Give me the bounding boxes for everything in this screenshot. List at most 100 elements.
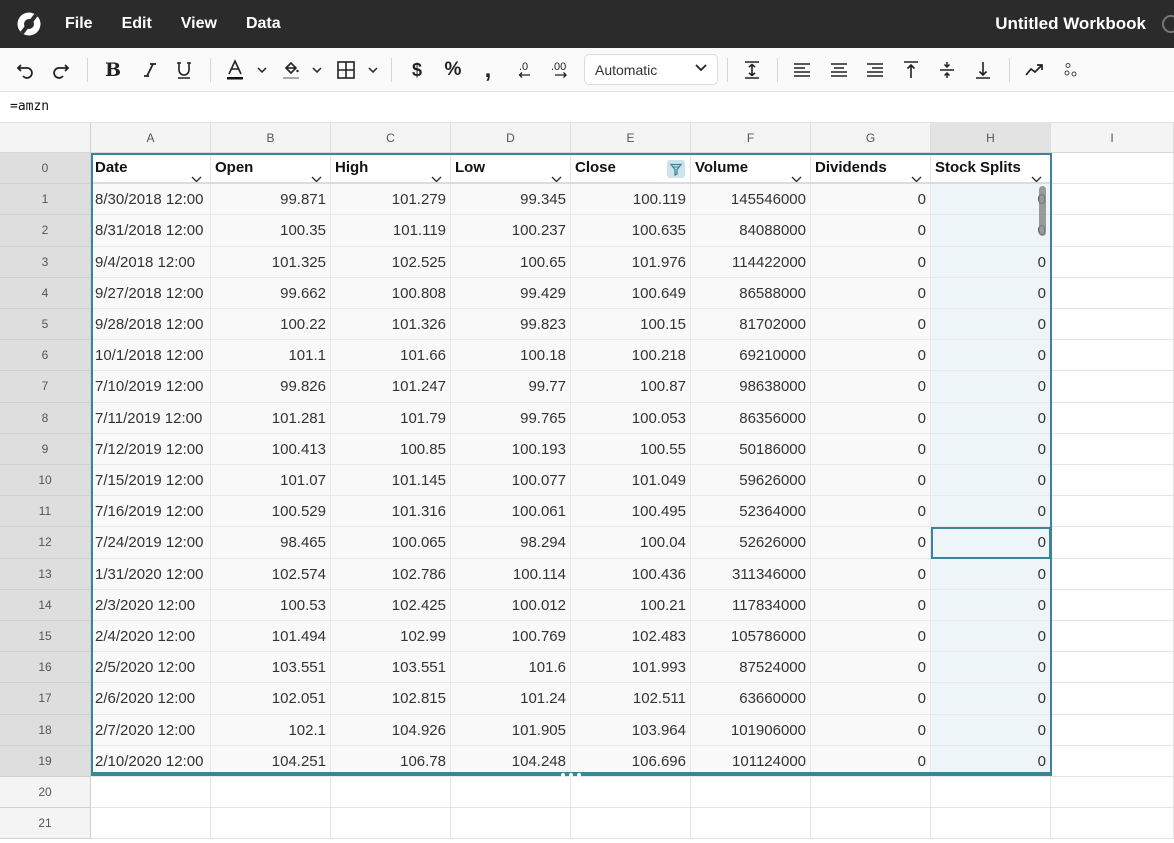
align-left-button[interactable]	[791, 56, 813, 84]
percent-format-button[interactable]: %	[441, 56, 465, 84]
table-cell[interactable]: 100.635	[571, 215, 691, 247]
table-cell[interactable]: 102.511	[571, 683, 691, 715]
table-cell[interactable]: 0	[931, 340, 1051, 372]
table-cell[interactable]: 2/4/2020 12:00	[91, 621, 211, 653]
table-cell[interactable]: 101.79	[331, 402, 451, 434]
table-cell[interactable]: 7/16/2019 12:00	[91, 496, 211, 528]
table-cell[interactable]: 50186000	[691, 433, 811, 465]
table-cell[interactable]: 98.465	[211, 527, 331, 559]
row-header-8[interactable]: 8	[0, 402, 91, 434]
column-menu-chevron-icon[interactable]	[191, 164, 202, 183]
table-cell[interactable]: 59626000	[691, 465, 811, 497]
borders-dropdown[interactable]	[365, 56, 381, 84]
table-cell[interactable]: 100.119	[571, 184, 691, 216]
row-header-10[interactable]: 10	[0, 465, 91, 497]
table-header-volume[interactable]: Volume	[691, 153, 811, 185]
table-cell[interactable]: 99.429	[451, 277, 571, 309]
table-cell[interactable]: 100.077	[451, 465, 571, 497]
table-cell[interactable]: 99.826	[211, 371, 331, 403]
table-cell[interactable]: 0	[931, 184, 1051, 216]
table-cell[interactable]: 103.551	[331, 652, 451, 684]
empty-cell[interactable]	[1051, 433, 1174, 465]
table-cell[interactable]: 101124000	[691, 745, 811, 777]
table-cell[interactable]: 52364000	[691, 496, 811, 528]
table-cell[interactable]: 101.993	[571, 652, 691, 684]
decrease-decimals-button[interactable]: .0	[513, 56, 537, 84]
table-cell[interactable]: 0	[811, 465, 931, 497]
empty-cell[interactable]	[1051, 527, 1174, 559]
table-cell[interactable]: 2/6/2020 12:00	[91, 683, 211, 715]
empty-cell[interactable]	[811, 777, 931, 809]
empty-cell[interactable]	[931, 808, 1051, 840]
menu-file[interactable]: File	[65, 15, 93, 33]
table-cell[interactable]: 0	[811, 277, 931, 309]
table-cell[interactable]: 101.049	[571, 465, 691, 497]
empty-cell[interactable]	[931, 777, 1051, 809]
table-cell[interactable]: 100.35	[211, 215, 331, 247]
table-header-close[interactable]: Close	[571, 153, 691, 185]
table-cell[interactable]: 102.815	[331, 683, 451, 715]
table-header-high[interactable]: High	[331, 153, 451, 185]
borders-button[interactable]	[336, 56, 356, 84]
column-header-c[interactable]: C	[331, 123, 451, 153]
table-cell[interactable]: 0	[811, 558, 931, 590]
empty-cell[interactable]	[1051, 309, 1174, 341]
menu-data[interactable]: Data	[246, 15, 281, 33]
column-header-f[interactable]: F	[691, 123, 811, 153]
row-header-11[interactable]: 11	[0, 496, 91, 528]
table-cell[interactable]: 100.649	[571, 277, 691, 309]
table-cell[interactable]: 100.15	[571, 309, 691, 341]
row-height-button[interactable]	[740, 56, 764, 84]
column-header-d[interactable]: D	[451, 123, 571, 153]
align-top-button[interactable]	[900, 56, 922, 84]
table-cell[interactable]: 0	[931, 433, 1051, 465]
table-cell[interactable]: 114422000	[691, 246, 811, 278]
table-cell[interactable]: 98.294	[451, 527, 571, 559]
column-header-g[interactable]: G	[811, 123, 931, 153]
row-header-19[interactable]: 19	[0, 745, 91, 777]
table-cell[interactable]: 102.1	[211, 714, 331, 746]
align-bottom-button[interactable]	[972, 56, 994, 84]
table-cell[interactable]: 0	[811, 433, 931, 465]
table-cell[interactable]: 63660000	[691, 683, 811, 715]
table-cell[interactable]: 0	[931, 652, 1051, 684]
table-cell[interactable]: 104.926	[331, 714, 451, 746]
empty-cell[interactable]	[211, 808, 331, 840]
table-cell[interactable]: 0	[931, 402, 1051, 434]
row-header-9[interactable]: 9	[0, 433, 91, 465]
table-cell[interactable]: 102.525	[331, 246, 451, 278]
column-menu-chevron-icon[interactable]	[551, 164, 562, 183]
empty-cell[interactable]	[1051, 153, 1174, 185]
italic-button[interactable]	[138, 56, 160, 84]
fill-color-button[interactable]	[281, 56, 301, 84]
row-header-20[interactable]: 20	[0, 777, 91, 809]
column-header-h[interactable]: H	[931, 123, 1051, 153]
table-cell[interactable]: 101.07	[211, 465, 331, 497]
text-color-button[interactable]	[225, 56, 245, 84]
empty-cell[interactable]	[1051, 652, 1174, 684]
table-cell[interactable]: 101.494	[211, 621, 331, 653]
row-header-7[interactable]: 7	[0, 371, 91, 403]
table-cell[interactable]: 52626000	[691, 527, 811, 559]
row-header-6[interactable]: 6	[0, 340, 91, 372]
table-cell[interactable]: 145546000	[691, 184, 811, 216]
fill-color-dropdown[interactable]	[309, 56, 325, 84]
table-cell[interactable]: 0	[811, 215, 931, 247]
table-cell[interactable]: 101.66	[331, 340, 451, 372]
table-cell[interactable]: 100.065	[331, 527, 451, 559]
table-cell[interactable]: 0	[931, 277, 1051, 309]
table-cell[interactable]: 8/30/2018 12:00	[91, 184, 211, 216]
empty-cell[interactable]	[1051, 246, 1174, 278]
cloud-sync-icon[interactable]	[1162, 15, 1174, 33]
empty-cell[interactable]	[1051, 558, 1174, 590]
table-cell[interactable]: 101.279	[331, 184, 451, 216]
table-cell[interactable]: 101.1	[211, 340, 331, 372]
table-cell[interactable]: 101.326	[331, 309, 451, 341]
table-cell[interactable]: 106.696	[571, 745, 691, 777]
row-header-12[interactable]: 12	[0, 527, 91, 559]
bold-button[interactable]: B	[102, 56, 124, 84]
table-cell[interactable]: 99.871	[211, 184, 331, 216]
table-cell[interactable]: 0	[811, 402, 931, 434]
column-menu-chevron-icon[interactable]	[911, 164, 922, 183]
table-cell[interactable]: 86588000	[691, 277, 811, 309]
